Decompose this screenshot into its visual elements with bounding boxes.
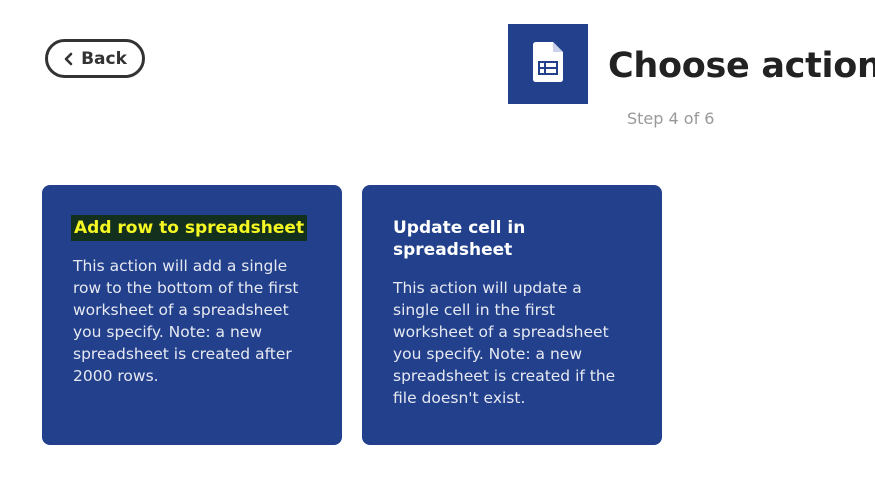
google-sheets-icon	[532, 41, 564, 87]
action-card-add-row[interactable]: Add row to spreadsheet This action will …	[42, 185, 342, 445]
page-title: Choose action	[608, 46, 875, 86]
action-card-title-text: Add row to spreadsheet	[73, 217, 306, 239]
step-indicator: Step 4 of 6	[627, 109, 715, 128]
action-card-title: Update cell in spreadsheet	[393, 218, 526, 260]
action-card-title: Add row to spreadsheet	[73, 217, 312, 239]
chevron-left-icon	[63, 51, 75, 67]
action-card-description: This action will update a single cell in…	[393, 279, 616, 407]
choose-action-page: Back Choose action Step 4 of 6 Add row t…	[0, 0, 875, 481]
back-button-label: Back	[81, 48, 127, 69]
action-card-description: This action will add a single row to the…	[73, 257, 299, 385]
action-card-update-cell[interactable]: Update cell in spreadsheet This action w…	[362, 185, 662, 445]
service-tile	[508, 24, 588, 104]
back-button[interactable]: Back	[45, 39, 145, 78]
